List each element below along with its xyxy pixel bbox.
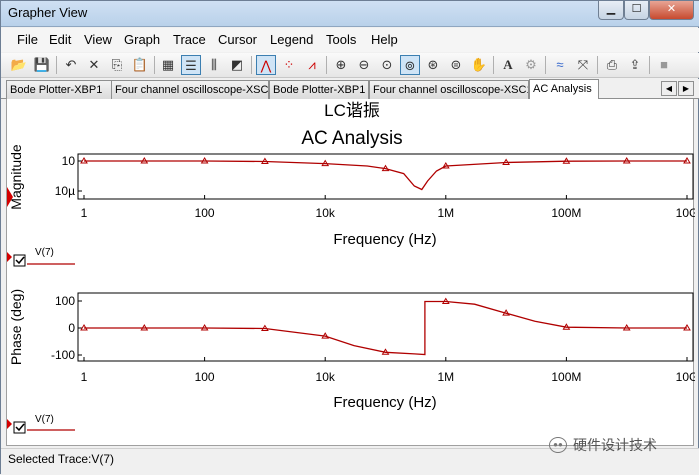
y-tick-label: 100 [55, 294, 75, 308]
y-tick-label: -100 [51, 348, 75, 362]
magnitude-x-axis-label: Frequency (Hz) [333, 231, 436, 248]
x-tick-label: 100M [551, 206, 581, 220]
zoom-x-icon[interactable]: ⊛ [423, 55, 443, 75]
chart-subtitle: AC Analysis [301, 128, 402, 149]
y-tick-label: 10 [62, 154, 76, 168]
minimize-button[interactable]: ▁ [598, 1, 624, 20]
toolbar-separator [326, 56, 327, 74]
y-tick-label: 0 [68, 321, 75, 335]
delete-icon[interactable]: ✕ [84, 55, 104, 75]
text-icon[interactable]: A [498, 55, 518, 75]
status-text: Selected Trace:V(7) [8, 452, 115, 466]
grid-icon[interactable]: ▦ [158, 55, 178, 75]
menu-help[interactable]: Help [371, 32, 398, 47]
toolbar-separator [545, 56, 546, 74]
series-line[interactable] [84, 300, 687, 356]
wechat-logo-icon: ●● [549, 437, 567, 453]
magnitude-series[interactable] [80, 157, 691, 191]
menu-edit[interactable]: Edit [49, 32, 71, 47]
watermark-text: 硬件设计技术 [573, 437, 657, 453]
menu-cursor[interactable]: Cursor [218, 32, 257, 47]
print-icon[interactable]: ⎙ [602, 55, 622, 75]
show-lines-icon[interactable]: ⋀ [256, 55, 276, 75]
toolbar-separator [56, 56, 57, 74]
x-tick-label: 1 [81, 370, 88, 384]
phase-legend[interactable]: V(7) [7, 414, 75, 434]
tab-next-icon[interactable]: ▶ [678, 81, 694, 96]
menu-file[interactable]: File [17, 32, 38, 47]
stop-icon[interactable]: ■ [654, 55, 674, 75]
menu-legend[interactable]: Legend [270, 32, 313, 47]
toolbar-separator [649, 56, 650, 74]
toolbar: 📂 💾 ↶ ✕ ⎘ 📋 ▦ ☰ ⫼ ◩ ⋀ ⁘ ⩘ ⊕ ⊖ ⊙ ⊚ ⊛ ⊜ ✋ … [1, 53, 699, 78]
x-tick-label: 100 [195, 206, 215, 220]
phase-frame [77, 292, 694, 362]
phase-axis-label: Phase (deg) [8, 289, 24, 365]
magnitude-legend[interactable]: V(7) [7, 247, 75, 267]
legend-label: V(7) [35, 414, 54, 425]
cursors-icon[interactable]: ⫼ [204, 55, 224, 75]
tab-oscilloscope-xsc1[interactable]: Four channel oscilloscope-XSC1 [111, 80, 269, 99]
zoom-in-icon[interactable]: ⊕ [331, 55, 351, 75]
x-tick-label: 10k [316, 206, 336, 220]
toolbar-separator [493, 56, 494, 74]
toolbar-separator [154, 56, 155, 74]
zoom-out-icon[interactable]: ⊖ [354, 55, 374, 75]
paste-icon[interactable]: 📋 [130, 55, 150, 75]
reverse-colors-icon[interactable]: ◩ [227, 55, 247, 75]
save-icon[interactable]: 💾 [32, 55, 52, 75]
phase-x-axis-label: Frequency (Hz) [333, 394, 436, 411]
x-tick-label: 100M [551, 370, 581, 384]
zoom-full-icon[interactable]: ⊚ [400, 55, 420, 75]
phase-series[interactable] [80, 297, 691, 356]
toolbar-separator [251, 56, 252, 74]
open-icon[interactable]: 📂 [9, 55, 29, 75]
x-tick-label: 1M [437, 206, 454, 220]
legend-marker-icon [7, 252, 12, 262]
tab-bar: Bode Plotter-XBP1 Four channel oscillosc… [1, 79, 699, 100]
properties-icon[interactable]: ⚙ [521, 55, 541, 75]
tab-oscilloscope-xsc1-2[interactable]: Four channel oscilloscope-XSC1 [369, 80, 529, 99]
tab-bode-plotter-xbp1-2[interactable]: Bode Plotter-XBP1 [269, 80, 369, 99]
tab-prev-icon[interactable]: ◀ [661, 81, 677, 96]
close-button[interactable]: ✕ [649, 1, 694, 20]
copy-icon[interactable]: ⎘ [107, 55, 127, 75]
x-tick-label: 1M [437, 370, 454, 384]
x-tick-label: 1 [81, 206, 88, 220]
menu-graph[interactable]: Graph [124, 32, 160, 47]
legend-marker-icon [7, 419, 12, 429]
title-bar[interactable]: Grapher View ▁ ☐ ✕ [1, 1, 699, 27]
y-tick-label: 10µ [55, 184, 75, 198]
legend-icon[interactable]: ☰ [181, 55, 201, 75]
tab-ac-analysis[interactable]: AC Analysis [529, 79, 599, 100]
zoom-y-icon[interactable]: ⊜ [446, 55, 466, 75]
zoom-area-icon[interactable]: ⊙ [377, 55, 397, 75]
menu-tools[interactable]: Tools [326, 32, 356, 47]
x-tick-label: 10G [676, 206, 695, 220]
phase-y-ticks: 100 0 -100 [51, 294, 82, 362]
ac-analysis-chart[interactable]: LC谐振 AC Analysis Magnitude Frequency (Hz… [7, 99, 695, 446]
x-tick-label: 10k [316, 370, 336, 384]
menu-trace[interactable]: Trace [173, 32, 206, 47]
toolbar-separator [597, 56, 598, 74]
pan-icon[interactable]: ✋ [469, 55, 489, 75]
tab-bode-plotter-xbp1[interactable]: Bode Plotter-XBP1 [6, 80, 112, 99]
undo-icon[interactable]: ↶ [61, 55, 81, 75]
maximize-button[interactable]: ☐ [624, 1, 649, 20]
chart-title: LC谐振 [324, 101, 380, 120]
grapher-window: Grapher View ▁ ☐ ✕ File Edit View Graph … [0, 0, 699, 475]
plot-area[interactable]: LC谐振 AC Analysis Magnitude Frequency (Hz… [6, 99, 695, 446]
menu-view[interactable]: View [84, 32, 112, 47]
lines-markers-icon[interactable]: ⩘ [302, 55, 322, 75]
legend-label: V(7) [35, 247, 54, 258]
show-markers-icon[interactable]: ⁘ [279, 55, 299, 75]
add-trace-icon[interactable]: ⤧ [573, 55, 593, 75]
overlay-icon[interactable]: ≈ [550, 55, 570, 75]
export-icon[interactable]: ⇪ [625, 55, 645, 75]
x-tick-label: 10G [676, 370, 695, 384]
window-title: Grapher View [8, 5, 88, 20]
menu-bar: File Edit View Graph Trace Cursor Legend… [1, 28, 699, 52]
x-tick-label: 100 [195, 370, 215, 384]
